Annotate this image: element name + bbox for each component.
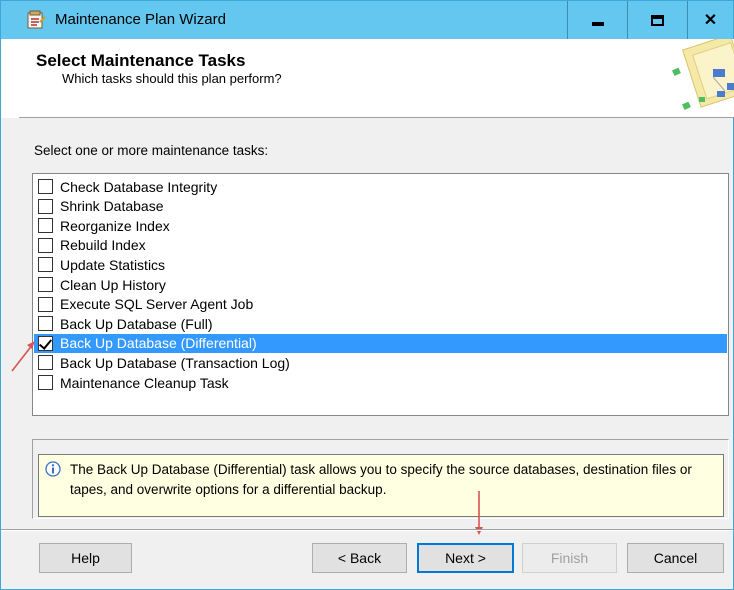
window-title: Maintenance Plan Wizard [55, 11, 226, 28]
minimize-icon [591, 22, 604, 26]
task-checkbox[interactable] [38, 179, 53, 194]
task-label: Back Up Database (Transaction Log) [60, 354, 290, 371]
task-item-maintenance-cleanup-task[interactable]: Maintenance Cleanup Task [34, 373, 727, 392]
minimize-button[interactable] [567, 1, 627, 39]
task-item-reorganize-index[interactable]: Reorganize Index [34, 216, 727, 235]
next-button[interactable]: Next > [417, 543, 514, 573]
task-description-text: The Back Up Database (Differential) task… [70, 462, 692, 497]
wizard-app-icon [27, 10, 46, 29]
task-label: Reorganize Index [60, 217, 170, 234]
task-item-rebuild-index[interactable]: Rebuild Index [34, 236, 727, 255]
maximize-button[interactable] [627, 1, 687, 39]
task-label: Clean Up History [60, 276, 166, 293]
title-bar[interactable]: Maintenance Plan Wizard ✕ [1, 1, 733, 39]
maximize-icon [651, 14, 664, 26]
finish-button: Finish [522, 543, 617, 573]
close-button[interactable]: ✕ [687, 1, 733, 39]
task-label: Shrink Database [60, 198, 164, 215]
task-label: Back Up Database (Differential) [60, 335, 257, 352]
task-checkbox[interactable] [38, 237, 53, 253]
task-item-execute-sql-server-agent-job[interactable]: Execute SQL Server Agent Job [34, 295, 727, 314]
cancel-button[interactable]: Cancel [627, 543, 724, 573]
annotation-arrow-checkbox-icon [11, 341, 35, 372]
wizard-window: Maintenance Plan Wizard ✕ Select Mainten… [0, 0, 734, 590]
task-label: Check Database Integrity [60, 178, 218, 195]
task-label: Maintenance Cleanup Task [60, 374, 229, 391]
task-item-clean-up-history[interactable]: Clean Up History [34, 275, 727, 294]
task-item-back-up-database-differential[interactable]: Back Up Database (Differential) [34, 333, 727, 353]
help-button[interactable]: Help [39, 543, 132, 573]
info-icon [45, 461, 61, 477]
task-label: Rebuild Index [60, 237, 146, 254]
page-subtitle: Which tasks should this plan perform? [62, 71, 282, 86]
footer-separator [1, 529, 733, 531]
wizard-banner-icon [672, 39, 734, 110]
task-item-back-up-database-transaction-log[interactable]: Back Up Database (Transaction Log) [34, 353, 727, 372]
task-item-update-statistics[interactable]: Update Statistics [34, 255, 727, 274]
task-checkbox-checked[interactable] [38, 335, 53, 351]
wizard-header: Select Maintenance Tasks Which tasks sho… [19, 39, 734, 118]
task-label: Back Up Database (Full) [60, 315, 213, 332]
task-item-check-database-integrity[interactable]: Check Database Integrity [34, 177, 727, 196]
task-label: Execute SQL Server Agent Job [60, 296, 254, 313]
task-label: Update Statistics [60, 256, 166, 273]
task-checkbox[interactable] [38, 277, 53, 292]
task-item-shrink-database[interactable]: Shrink Database [34, 197, 727, 216]
task-checkbox[interactable] [38, 257, 53, 273]
instruction-label: Select one or more maintenance tasks: [34, 143, 269, 158]
back-button[interactable]: < Back [312, 543, 407, 573]
header-left-strip [1, 39, 19, 118]
task-checkbox[interactable] [38, 198, 53, 214]
task-checkbox[interactable] [38, 355, 53, 371]
task-checkbox[interactable] [38, 375, 53, 390]
close-icon: ✕ [703, 12, 718, 29]
task-checklist[interactable]: Check Database Integrity Shrink Database… [32, 173, 729, 416]
task-checkbox[interactable] [38, 296, 53, 312]
task-item-back-up-database-full[interactable]: Back Up Database (Full) [34, 314, 727, 333]
task-checkbox[interactable] [38, 316, 53, 332]
task-checkbox[interactable] [38, 218, 53, 234]
page-title: Select Maintenance Tasks [36, 51, 246, 70]
